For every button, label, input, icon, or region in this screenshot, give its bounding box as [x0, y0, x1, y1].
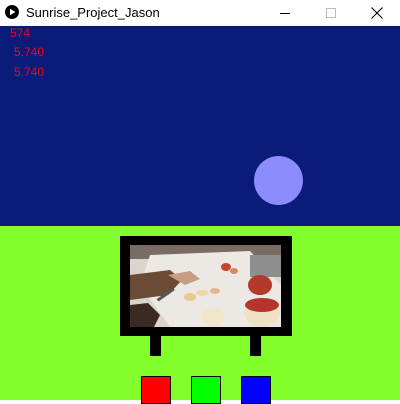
maximize-icon — [326, 8, 336, 18]
tv-frame — [120, 236, 292, 336]
minimize-button[interactable] — [262, 0, 308, 26]
sky — [0, 26, 400, 226]
window-title: Sunrise_Project_Jason — [26, 5, 160, 20]
video-frame-image — [130, 245, 281, 327]
sketch-canvas[interactable]: 574 5.740 5.740 — [0, 26, 400, 404]
window-titlebar: Sunrise_Project_Jason — [0, 0, 400, 26]
close-icon — [371, 7, 383, 19]
maximize-button[interactable] — [308, 0, 354, 26]
minimize-icon — [280, 13, 290, 14]
readout-value: 5.740 — [14, 45, 45, 59]
play-circle-icon — [5, 5, 19, 19]
readout-value: 574 — [10, 26, 31, 40]
tv-leg-left — [150, 336, 161, 356]
tv-screen-video — [130, 245, 281, 327]
readout-value: 5.740 — [14, 65, 45, 79]
close-button[interactable] — [354, 0, 400, 26]
tv-leg-right — [250, 336, 261, 356]
sun — [254, 156, 303, 205]
